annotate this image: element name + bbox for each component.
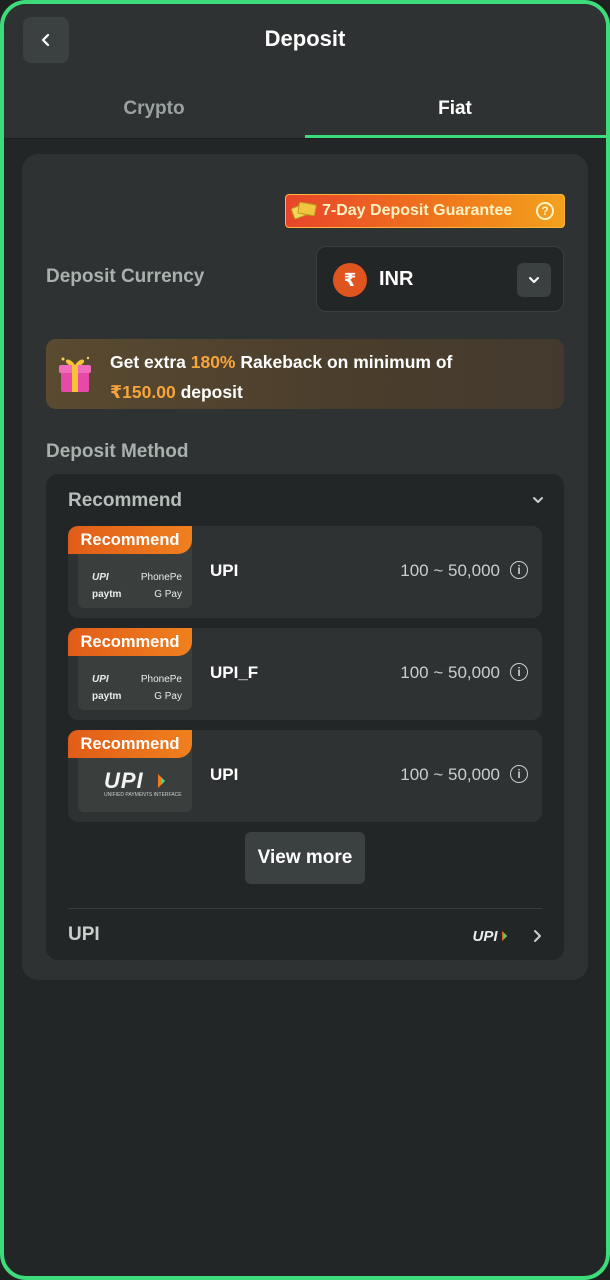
tab-divider bbox=[4, 138, 606, 139]
help-icon[interactable]: ? bbox=[536, 202, 554, 220]
chevron-right-icon[interactable] bbox=[530, 928, 544, 944]
upi-arrow-icon bbox=[502, 931, 508, 941]
upi-logo: UPI bbox=[473, 928, 508, 946]
chevron-down-icon bbox=[529, 277, 539, 283]
page-title: Deposit bbox=[264, 26, 346, 51]
promo-text: Get extra 180% Rakeback on minimum of ₹1… bbox=[110, 352, 453, 402]
currency-code: INR bbox=[379, 268, 414, 290]
payment-method-row[interactable]: UPI PhonePe paytm G Pay Recommend UPI 10… bbox=[68, 526, 542, 618]
paytm-logo: paytm bbox=[92, 589, 122, 600]
payment-method-name: UPI_F bbox=[210, 663, 259, 682]
payment-range: 100 ~ 50,000 bbox=[400, 663, 500, 682]
tab-fiat[interactable]: Fiat bbox=[305, 98, 605, 120]
rupee-icon: ₹ bbox=[333, 263, 367, 297]
payment-method-row[interactable]: UPI UNIFIED PAYMENTS INTERFACE Recommend… bbox=[68, 730, 542, 822]
payment-method-name: UPI bbox=[210, 765, 239, 784]
currency-select[interactable]: ₹ INR bbox=[316, 246, 564, 312]
rakeback-promo: Get extra 180% Rakeback on minimum of ₹1… bbox=[46, 339, 564, 409]
upi-arrow-icon bbox=[158, 774, 165, 788]
recommend-badge: Recommend bbox=[68, 730, 192, 758]
payment-method-name: UPI bbox=[210, 561, 239, 580]
gift-icon bbox=[59, 356, 91, 392]
app-frame: Deposit Crypto Fiat 7-Day Deposit Guaran… bbox=[0, 0, 610, 1280]
guarantee-banner[interactable]: 7-Day Deposit Guarantee ? bbox=[285, 194, 565, 228]
view-more-button[interactable]: View more bbox=[245, 832, 365, 884]
upi-subtitle: UNIFIED PAYMENTS INTERFACE bbox=[104, 792, 182, 798]
gpay-logo: G Pay bbox=[154, 589, 182, 600]
phonepe-logo: PhonePe bbox=[140, 572, 182, 583]
payment-method-row[interactable]: UPI PhonePe paytm G Pay Recommend UPI_F … bbox=[68, 628, 542, 720]
money-icon bbox=[290, 201, 318, 221]
method-label: Deposit Method bbox=[46, 441, 189, 462]
info-icon[interactable]: i bbox=[510, 765, 528, 783]
gpay-logo: G Pay bbox=[154, 691, 182, 702]
header: Deposit bbox=[4, 4, 606, 88]
upi-category-label[interactable]: UPI bbox=[68, 924, 100, 946]
payment-range: 100 ~ 50,000 bbox=[400, 765, 500, 784]
upi-logo: UPI bbox=[92, 674, 109, 685]
upi-logo: UPI bbox=[92, 572, 109, 583]
recommend-badge: Recommend bbox=[68, 526, 192, 554]
chevron-down-icon[interactable] bbox=[530, 492, 546, 508]
info-icon[interactable]: i bbox=[510, 561, 528, 579]
guarantee-label: 7-Day Deposit Guarantee bbox=[322, 202, 513, 219]
deposit-method-list: Recommend UPI PhonePe paytm G Pay Recomm… bbox=[46, 474, 564, 960]
recommend-group-title: Recommend bbox=[68, 490, 183, 511]
info-icon[interactable]: i bbox=[510, 663, 528, 681]
payment-range: 100 ~ 50,000 bbox=[400, 561, 500, 580]
recommend-badge: Recommend bbox=[68, 628, 192, 656]
deposit-card: 7-Day Deposit Guarantee ? Deposit Curren… bbox=[22, 154, 588, 980]
tab-bar: Crypto Fiat bbox=[4, 88, 606, 138]
phonepe-logo: PhonePe bbox=[140, 674, 182, 685]
currency-label: Deposit Currency bbox=[46, 266, 205, 287]
paytm-logo: paytm bbox=[92, 691, 122, 702]
currency-dropdown-button[interactable] bbox=[517, 263, 551, 297]
divider bbox=[68, 908, 542, 909]
tab-crypto[interactable]: Crypto bbox=[4, 98, 304, 120]
